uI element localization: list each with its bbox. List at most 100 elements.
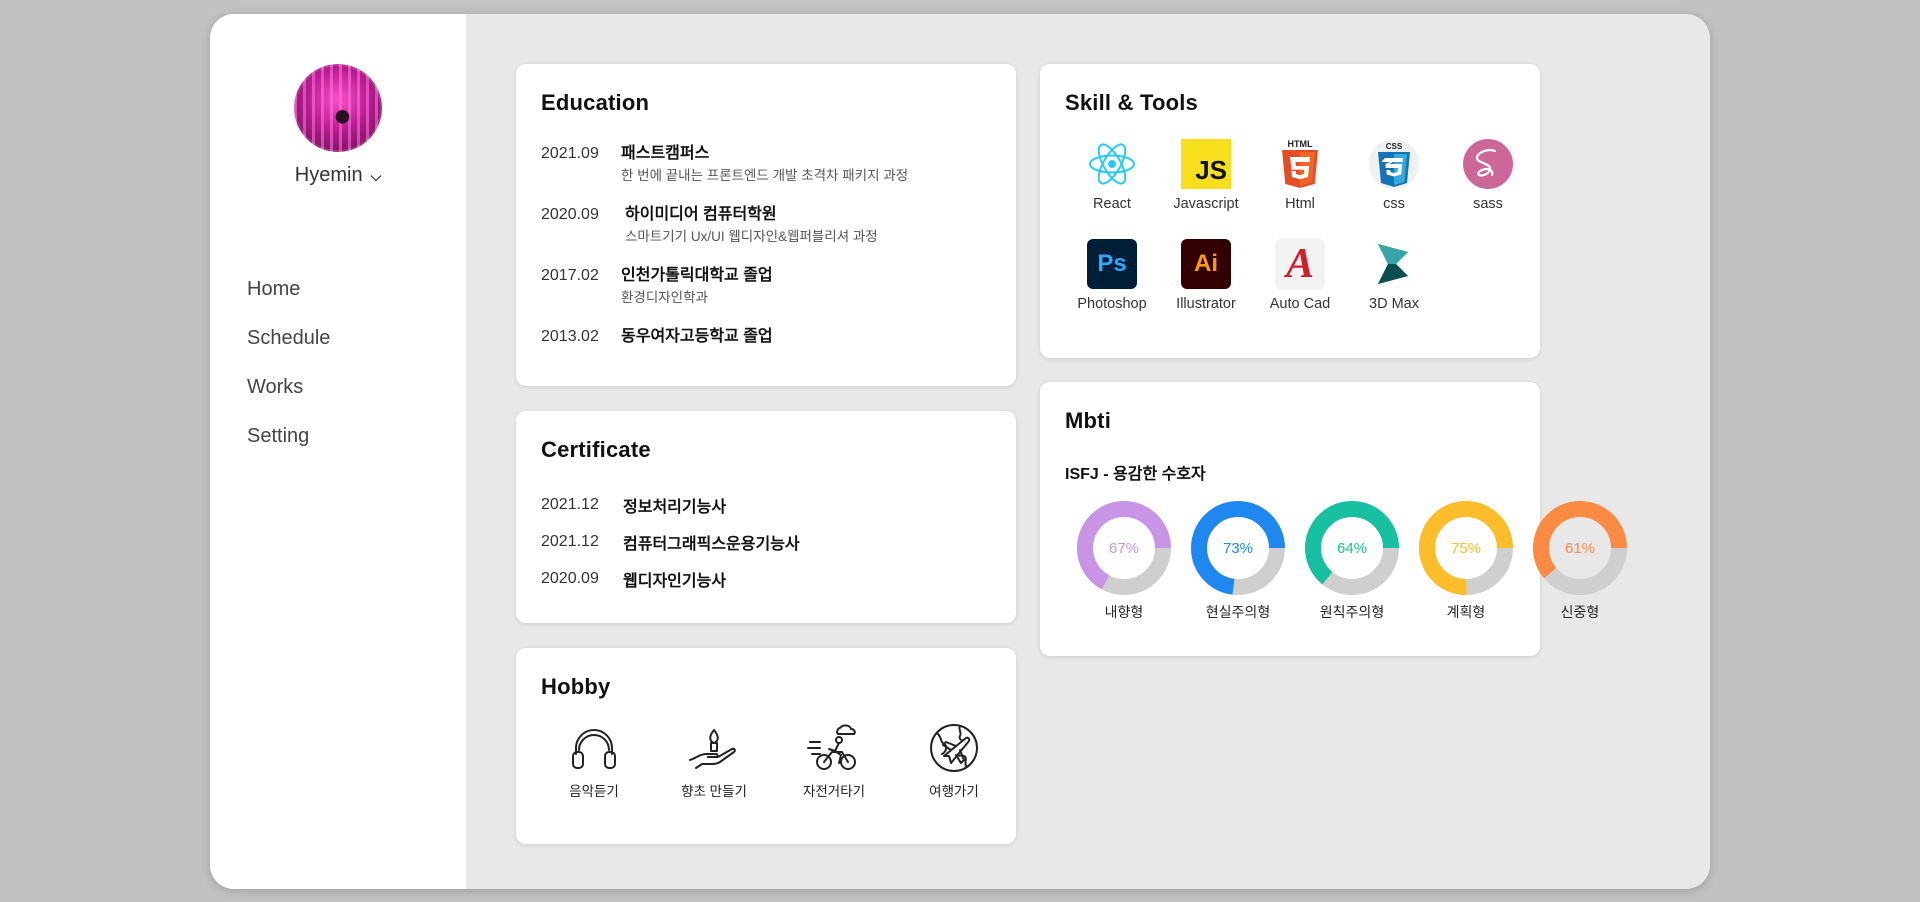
globe-airplane-icon (930, 724, 978, 772)
chevron-down-icon[interactable]: ⌵ (371, 168, 382, 185)
sass-icon (1463, 139, 1513, 189)
mbti-percent-label: 75% (1451, 540, 1481, 557)
education-item: 2020.09 하이미디어 컴퓨터학원 스마트기기 Ux/UI 웹디자인&웹퍼블… (541, 203, 996, 264)
skill-item: Ps Photoshop (1065, 238, 1159, 338)
main-nav: Home Schedule Works Setting (247, 276, 330, 472)
hobby-label: 음악듣기 (569, 784, 619, 799)
certificate-date: 2020.09 (541, 569, 599, 587)
education-title: Education (541, 90, 650, 115)
skill-item: 3D Max (1347, 238, 1441, 338)
education-name: 인천가톨릭대학교 졸업 (621, 267, 773, 284)
skill-label: css (1383, 196, 1405, 212)
certificate-name: 웹디자인기능사 (623, 572, 727, 590)
hobby-label: 자전거타기 (802, 784, 866, 799)
education-name: 패스트캠퍼스 (621, 145, 710, 162)
skill-item: React (1065, 138, 1159, 238)
mbti-gauge: 73% 현실주의형 (1190, 500, 1286, 622)
mbti-type: ISFJ - 용감한 수호자 (1065, 466, 1206, 483)
skill-label: React (1093, 196, 1131, 212)
skill-item: Ai Illustrator (1159, 238, 1253, 338)
skill-item: CSS css (1347, 138, 1441, 238)
nav-item-works[interactable]: Works (247, 374, 330, 423)
nav-item-setting[interactable]: Setting (247, 423, 330, 472)
autocad-icon: A (1275, 239, 1325, 289)
hobby-card: Hobby 음악듣기 향초 만들기 자전거타기 여행가기 (516, 648, 1016, 844)
candle-hand-icon (689, 729, 736, 769)
education-desc: 한 번에 끝내는 프론트엔드 개발 초격차 패키지 과정 (621, 168, 909, 183)
avatar[interactable] (294, 64, 382, 152)
education-card: Education 2021.09 패스트캠퍼스 한 번에 끝내는 프론트엔드 … (516, 64, 1016, 386)
profile-menu[interactable]: Hyemin ⌵ (210, 164, 466, 187)
skill-label: Illustrator (1176, 296, 1236, 312)
hobby-list: 음악듣기 향초 만들기 자전거타기 여행가기 (534, 720, 1014, 800)
hobby-item: 향초 만들기 (654, 720, 774, 800)
education-date: 2020.09 (541, 206, 599, 223)
skill-label: sass (1473, 196, 1503, 212)
education-name: 동우여자고등학교 졸업 (621, 328, 773, 345)
profile-name: Hyemin (294, 164, 363, 186)
sidebar: Hyemin ⌵ Home Schedule Works Setting (210, 14, 466, 889)
education-desc: 환경디자인학과 (621, 290, 708, 305)
css3-icon: CSS (1369, 139, 1419, 189)
mbti-trait-label: 내향형 (1104, 604, 1144, 620)
hobby-label: 향초 만들기 (681, 784, 747, 799)
illustrator-icon: Ai (1181, 239, 1231, 289)
mbti-gauge: 75% 계획형 (1418, 500, 1514, 622)
certificate-date: 2021.12 (541, 532, 599, 550)
skills-card: Skill & Tools React JS Javascript HTML H… (1040, 64, 1540, 358)
education-list: 2021.09 패스트캠퍼스 한 번에 끝내는 프론트엔드 개발 초격차 패키지… (541, 142, 996, 349)
mbti-trait-label: 신중형 (1560, 604, 1600, 620)
certificate-date: 2021.12 (541, 495, 599, 513)
nav-item-home[interactable]: Home (247, 276, 330, 325)
skill-label: 3D Max (1369, 296, 1419, 312)
certificate-item: 2020.09 웹디자인기능사 (541, 560, 800, 597)
mbti-donut: 73% (1191, 501, 1285, 595)
mbti-donut: 75% (1419, 501, 1513, 595)
mbti-percent-label: 67% (1109, 540, 1139, 557)
headphones-icon (572, 729, 616, 769)
mbti-gauge: 67% 내향형 (1076, 500, 1172, 622)
education-item: 2021.09 패스트캠퍼스 한 번에 끝내는 프론트엔드 개발 초격차 패키지… (541, 142, 996, 203)
skill-item: HTML Html (1253, 138, 1347, 238)
education-item: 2017.02 인천가톨릭대학교 졸업 환경디자인학과 (541, 264, 996, 325)
certificate-card: Certificate 2021.12 정보처리기능사 2021.12 컴퓨터그… (516, 411, 1016, 623)
mbti-card: Mbti ISFJ - 용감한 수호자 67% 내향형 73% 현실주의형 64% 원칙주… (1040, 382, 1627, 656)
mbti-donut-row: 67% 내향형 73% 현실주의형 64% 원칙주의형 75% 계획형 61% 신중형 (1076, 500, 1628, 622)
certificate-title: Certificate (541, 437, 651, 462)
javascript-icon: JS (1181, 139, 1231, 189)
hobby-item: 자전거타기 (774, 720, 894, 800)
app-frame: Hyemin ⌵ Home Schedule Works Setting Edu… (210, 14, 1710, 889)
mbti-trait-label: 계획형 (1446, 604, 1486, 620)
mbti-gauge: 61% 신중형 (1532, 500, 1628, 622)
education-date: 2013.02 (541, 328, 599, 345)
nav-item-schedule[interactable]: Schedule (247, 325, 330, 374)
education-date: 2017.02 (541, 267, 599, 284)
education-name: 하이미디어 컴퓨터학원 (625, 206, 777, 223)
hobby-title: Hobby (541, 674, 611, 699)
skill-label: Photoshop (1077, 296, 1147, 312)
certificate-list: 2021.12 정보처리기능사 2021.12 컴퓨터그래픽스운용기능사 202… (541, 486, 800, 597)
certificate-name: 컴퓨터그래픽스운용기능사 (623, 535, 800, 553)
skill-label: Javascript (1173, 196, 1239, 212)
education-desc: 스마트기기 Ux/UI 웹디자인&웹퍼블리셔 과정 (625, 229, 878, 244)
react-icon (1089, 143, 1135, 185)
mbti-percent-label: 64% (1337, 540, 1367, 557)
hobby-item: 음악듣기 (534, 720, 654, 800)
bicycle-icon (807, 724, 856, 770)
photoshop-icon: Ps (1087, 239, 1137, 289)
hobby-label: 여행가기 (929, 784, 979, 799)
svg-text:CSS: CSS (1386, 142, 1403, 151)
hobby-item: 여행가기 (894, 720, 1014, 800)
certificate-item: 2021.12 정보처리기능사 (541, 486, 800, 523)
skill-label: Auto Cad (1269, 296, 1331, 312)
mbti-trait-label: 현실주의형 (1205, 604, 1271, 620)
html5-icon: HTML (1282, 139, 1318, 188)
certificate-item: 2021.12 컴퓨터그래픽스운용기능사 (541, 523, 800, 560)
mbti-donut: 64% (1305, 501, 1399, 595)
education-date: 2021.09 (541, 145, 599, 162)
skills-grid: React JS Javascript HTML Html CSS css sa… (1065, 138, 1535, 338)
mbti-donut: 67% (1077, 501, 1171, 595)
certificate-name: 정보처리기능사 (623, 498, 727, 516)
mbti-trait-label: 원칙주의형 (1319, 604, 1385, 620)
education-item: 2013.02 동우여자고등학교 졸업 (541, 325, 996, 349)
